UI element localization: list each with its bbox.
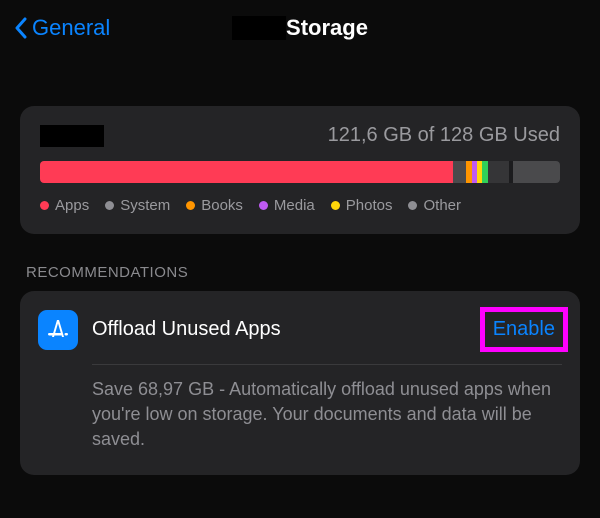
redaction-box <box>232 16 286 40</box>
recommendation-description: Save 68,97 GB - Automatically offload un… <box>92 377 562 453</box>
legend-apps: Apps <box>40 197 89 214</box>
back-label: General <box>32 15 110 41</box>
header: General Storage <box>0 0 600 56</box>
storage-bar <box>40 161 560 183</box>
legend-label: Other <box>423 197 461 214</box>
legend-label: Books <box>201 197 243 214</box>
legend-label: Photos <box>346 197 393 214</box>
enable-button[interactable]: Enable <box>493 318 555 341</box>
dot-other <box>408 201 417 210</box>
legend-label: Apps <box>55 197 89 214</box>
dot-media <box>259 201 268 210</box>
chevron-left-icon <box>14 17 28 39</box>
recommendation-title: Offload Unused Apps <box>92 318 281 341</box>
highlight-box: Enable <box>480 307 568 352</box>
usage-text: 121,6 GB of 128 GB Used <box>328 124 560 147</box>
page-title: Storage <box>286 15 368 41</box>
legend-photos: Photos <box>331 197 393 214</box>
dot-books <box>186 201 195 210</box>
bar-segment <box>453 161 466 183</box>
legend-other: Other <box>408 197 461 214</box>
dot-system <box>105 201 114 210</box>
bar-segment <box>40 161 453 183</box>
bar-segment <box>488 161 509 183</box>
dot-apps <box>40 201 49 210</box>
recommendation-card: Offload Unused Apps Enable Save 68,97 GB… <box>20 291 580 475</box>
legend-books: Books <box>186 197 243 214</box>
back-button[interactable]: General <box>14 15 110 41</box>
title-wrap: Storage <box>232 15 368 41</box>
storage-legend: Apps System Books Media Photos Other <box>40 197 560 214</box>
legend-label: Media <box>274 197 315 214</box>
redaction-box <box>40 125 104 147</box>
legend-media: Media <box>259 197 315 214</box>
legend-system: System <box>105 197 170 214</box>
appstore-icon <box>38 310 78 350</box>
legend-label: System <box>120 197 170 214</box>
bar-segment <box>513 161 560 183</box>
storage-card: 121,6 GB of 128 GB Used Apps System Book… <box>20 106 580 234</box>
dot-photos <box>331 201 340 210</box>
section-label-recommendations: RECOMMENDATIONS <box>26 264 580 281</box>
